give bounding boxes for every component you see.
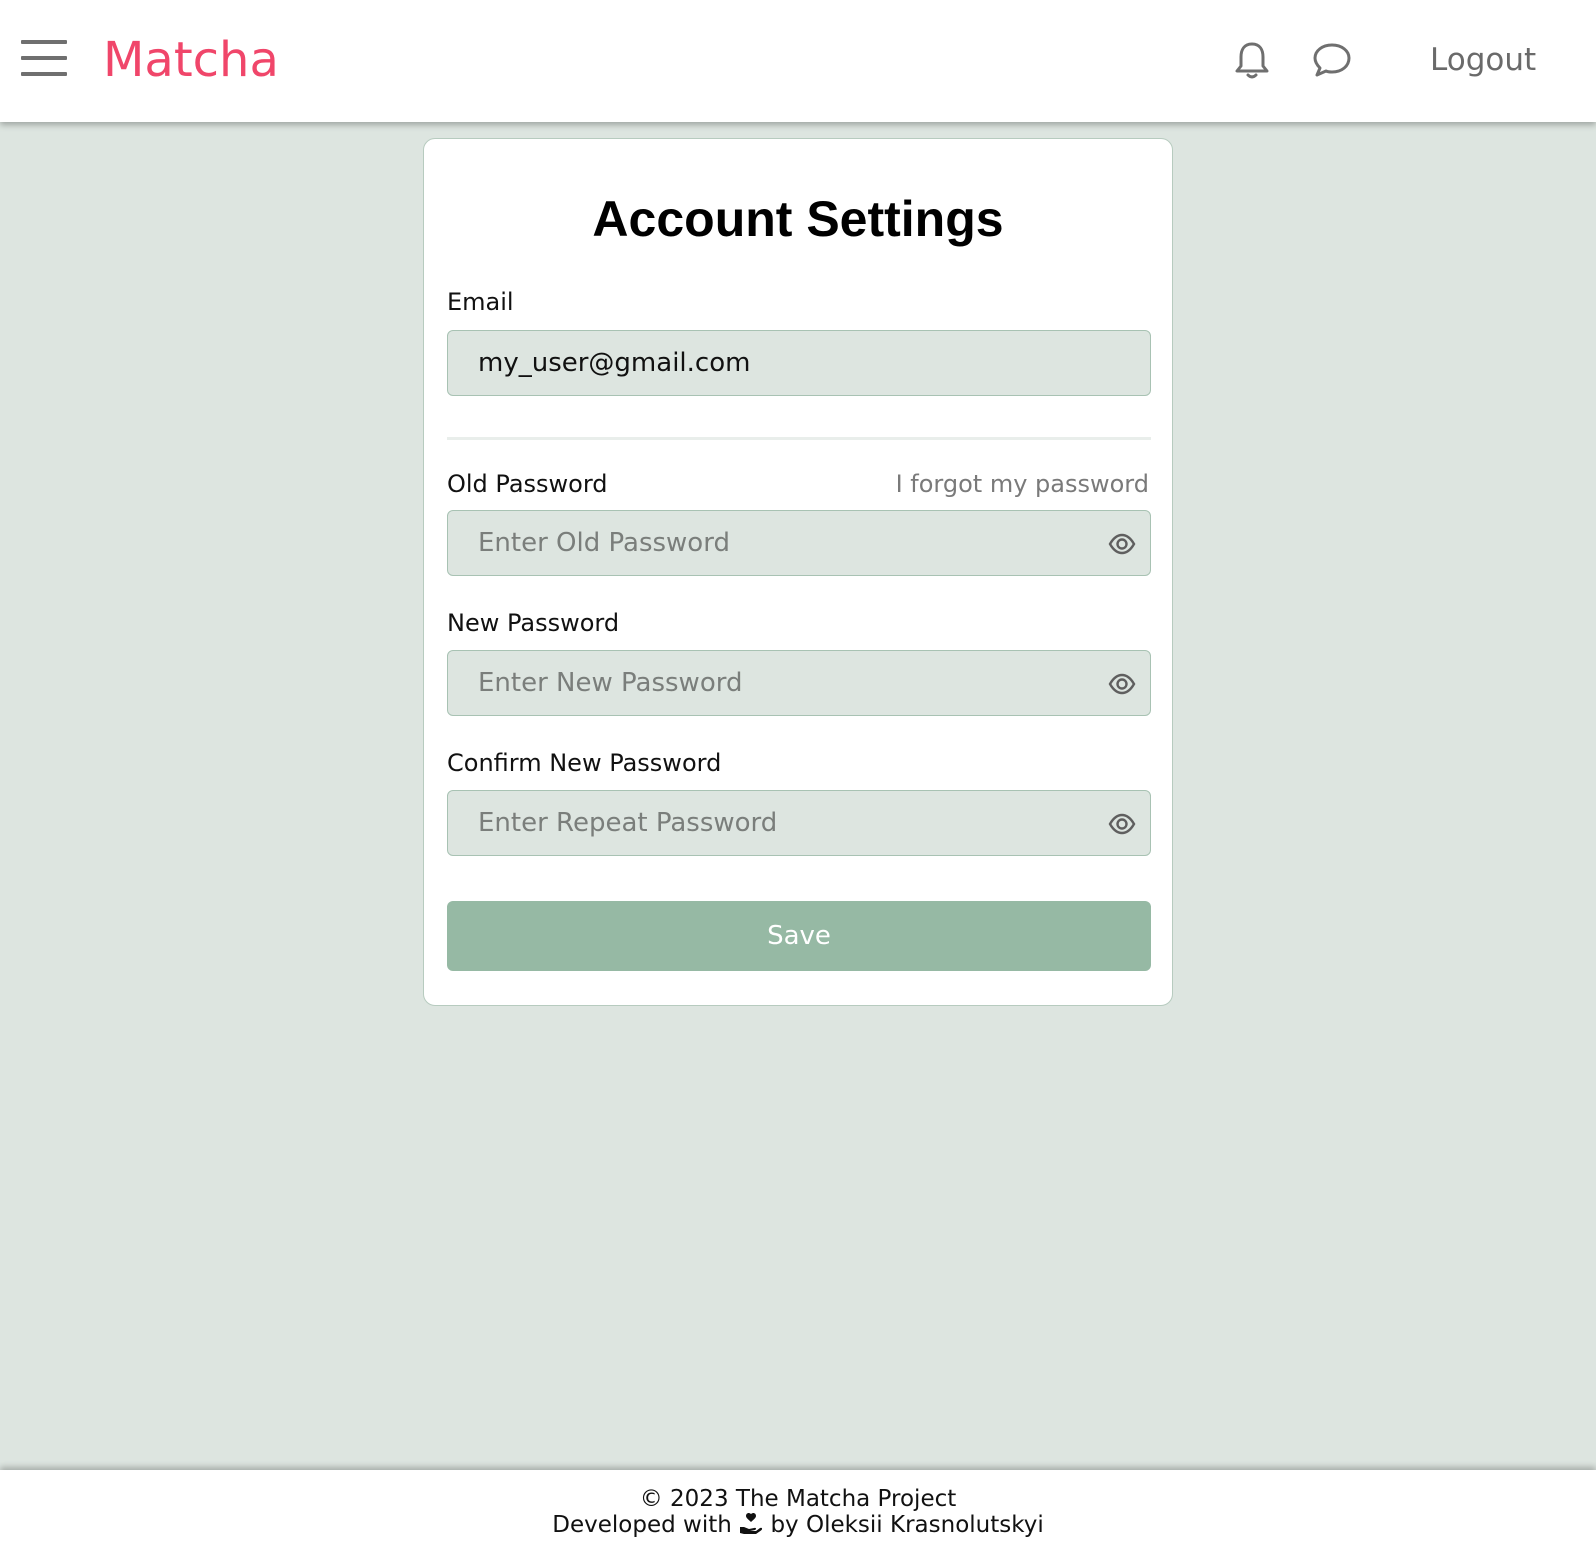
forgot-password-link[interactable]: I forgot my password [896, 469, 1149, 499]
developed-suffix: by Oleksii Krasnolutskyi [770, 1512, 1044, 1538]
page-title: Account Settings [592, 191, 1004, 247]
old-password-input[interactable] [478, 511, 1078, 575]
top-navbar: Matcha Logout [0, 0, 1596, 122]
footer: © 2023 The Matcha Project Developed with… [0, 1470, 1596, 1544]
new-password-field-wrapper [447, 650, 1151, 716]
brand-logo[interactable]: Matcha [103, 30, 279, 90]
copyright-text: © 2023 The Matcha Project [639, 1486, 957, 1512]
old-password-field-wrapper [447, 510, 1151, 576]
account-settings-card: Account Settings Email Old Password I fo… [423, 138, 1173, 1006]
email-field-wrapper [447, 330, 1151, 396]
developed-prefix: Developed with [552, 1512, 732, 1538]
eye-icon[interactable] [1108, 810, 1136, 838]
eye-icon[interactable] [1108, 670, 1136, 698]
new-password-input[interactable] [478, 651, 1078, 715]
save-button[interactable]: Save [447, 901, 1151, 971]
email-field[interactable] [478, 331, 1078, 395]
section-divider [447, 437, 1151, 440]
bell-icon[interactable] [1230, 38, 1274, 82]
new-password-label: New Password [447, 609, 620, 637]
confirm-password-input[interactable] [478, 791, 1078, 855]
email-label: Email [447, 288, 514, 316]
chat-bubble-icon[interactable] [1310, 38, 1354, 82]
developer-credit: Developed with by Oleksii Krasnolutskyi [0, 1512, 1596, 1538]
confirm-password-label: Confirm New Password [447, 749, 722, 777]
eye-icon[interactable] [1108, 530, 1136, 558]
hand-heart-icon [740, 1512, 763, 1534]
confirm-password-field-wrapper [447, 790, 1151, 856]
logout-button[interactable]: Logout [1430, 40, 1536, 80]
hamburger-menu-icon[interactable] [21, 40, 67, 76]
old-password-label: Old Password [447, 470, 608, 498]
